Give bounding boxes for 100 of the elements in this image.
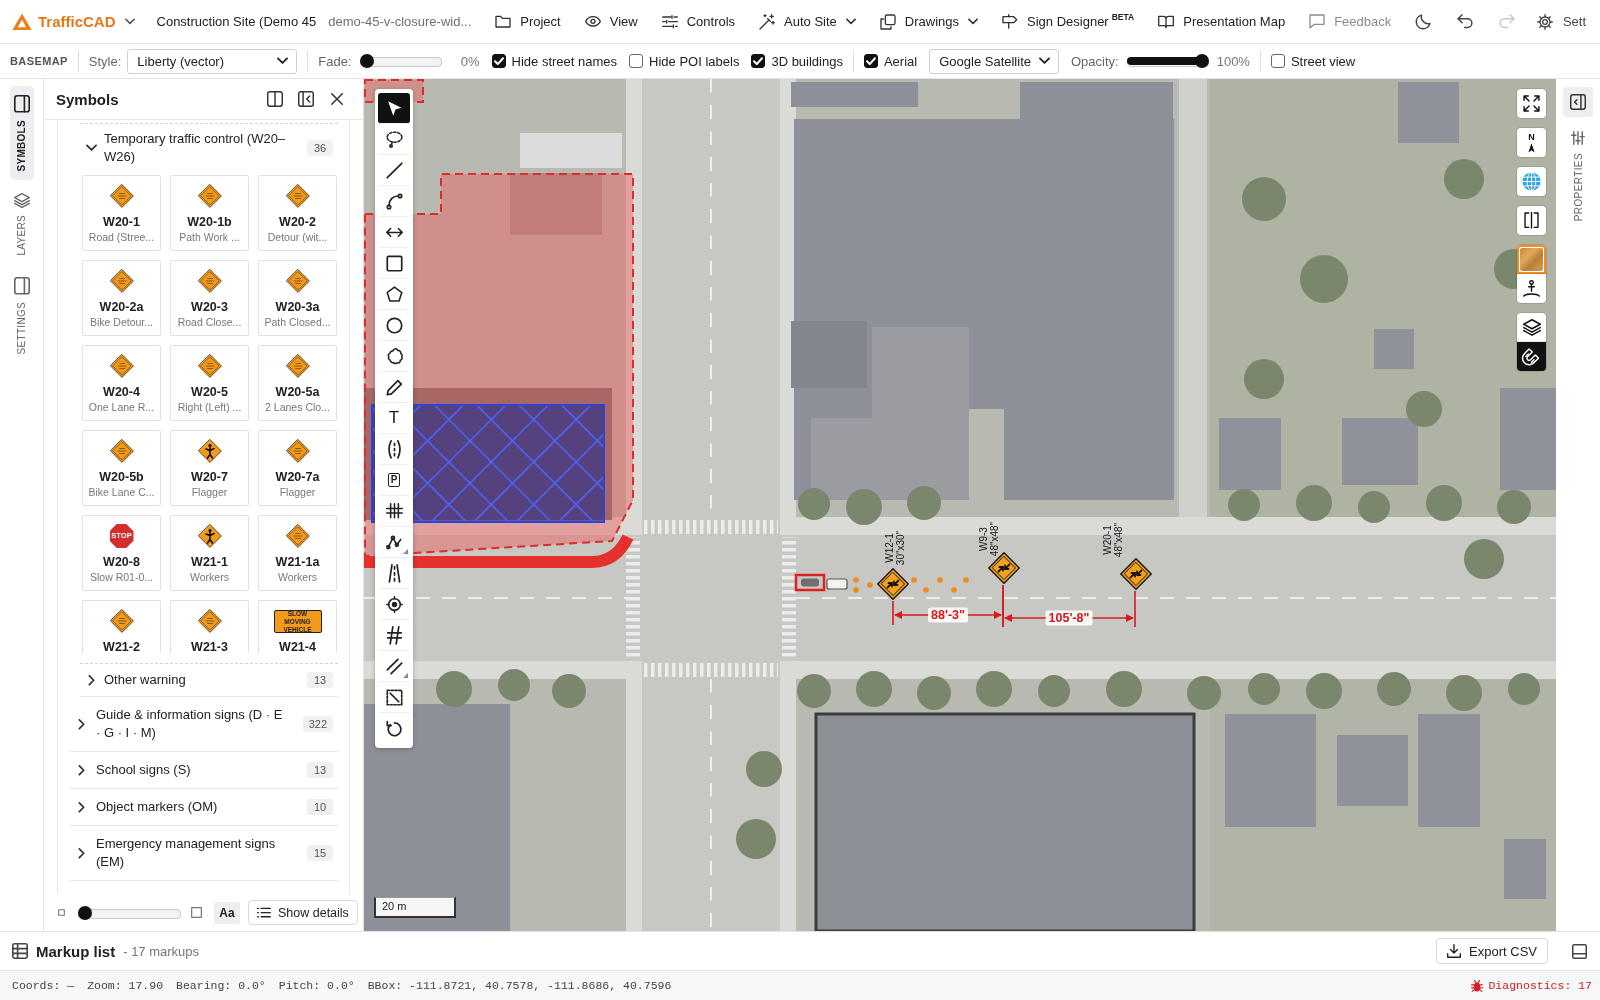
- tree: [1508, 673, 1540, 705]
- symbol-name: Right (Left) ...: [177, 400, 242, 414]
- export-csv-button[interactable]: Export CSV: [1436, 938, 1548, 964]
- checkbox[interactable]: [491, 54, 506, 68]
- diamond-sign-icon: [285, 269, 310, 293]
- slider-track[interactable]: [359, 54, 442, 68]
- auto-site-menu[interactable]: Auto Site: [759, 6, 856, 37]
- text-toggle-button[interactable]: Aa: [214, 901, 240, 924]
- symbol-tile[interactable]: W21-1 Workers: [170, 515, 249, 591]
- symbol-tile[interactable]: W20-1 Road (Stree...: [82, 175, 161, 251]
- parking-tool[interactable]: P: [378, 465, 410, 496]
- symbol-tile[interactable]: W20-7 Flagger: [170, 430, 249, 506]
- tree: [552, 674, 586, 708]
- diamond-sign-icon: [109, 184, 134, 208]
- chevron-right-icon: [87, 674, 95, 686]
- split-view-button[interactable]: [1517, 206, 1546, 235]
- trailer-marker: [826, 578, 848, 590]
- size-slider[interactable]: [78, 905, 181, 920]
- settings-button[interactable]: Sett: [1536, 9, 1586, 34]
- show-details-button[interactable]: Show details: [248, 900, 358, 925]
- category-row[interactable]: Object markers (OM) 10: [70, 789, 338, 826]
- double-line-icon: [385, 657, 403, 675]
- symbol-code: W21-3: [191, 639, 228, 655]
- sidebar-tab[interactable]: SETTINGS: [9, 268, 34, 364]
- sidebar-tab[interactable]: SYMBOLS: [9, 86, 34, 181]
- sidebar-icon: [13, 95, 30, 113]
- checkmark-icon: [493, 56, 504, 66]
- vehicle-marker: [794, 573, 826, 592]
- checkbox[interactable]: [1270, 54, 1285, 68]
- chevron-down-icon: [85, 144, 97, 152]
- dropdown-select[interactable]: Liberty (vector): [127, 48, 298, 74]
- checkbox[interactable]: [629, 54, 644, 68]
- symbol-tile[interactable]: W20-3a Path Closed...: [258, 260, 337, 336]
- checkbox[interactable]: [863, 54, 878, 68]
- snap-button[interactable]: [1517, 342, 1546, 371]
- split-view-button[interactable]: [265, 89, 285, 109]
- compass-button[interactable]: N: [1517, 128, 1546, 157]
- pencil-icon: [385, 378, 403, 396]
- person-sign-icon: [197, 524, 222, 548]
- panel-toggle-button[interactable]: [1563, 87, 1593, 117]
- category-row[interactable]: Guide & information signs (D · E · G · I · M) 322: [70, 697, 338, 752]
- symbol-tile[interactable]: W20-7a Flagger: [258, 430, 337, 506]
- street-view-button[interactable]: [1517, 274, 1546, 303]
- symbol-tile[interactable]: W20-5a 2 Lanes Clo...: [258, 345, 337, 421]
- markup-list-title: Markup list: [36, 942, 116, 960]
- tree: [1426, 485, 1462, 521]
- symbol-tile[interactable]: W20-1b Path Work ...: [170, 175, 249, 251]
- cloud-shape-icon: [385, 347, 403, 365]
- sign-designer-menu[interactable]: Sign Designer $^{BETA}$: [1002, 6, 1135, 37]
- drawings-menu[interactable]: Drawings: [879, 6, 979, 37]
- book-icon: [1158, 14, 1175, 29]
- symbol-tile[interactable]: W20-3 Road Close...: [170, 260, 249, 336]
- list-icon: [257, 906, 271, 919]
- slider-track[interactable]: [1126, 54, 1209, 68]
- subcategory-row[interactable]: Other warning 13: [80, 664, 338, 697]
- subcategory-row[interactable]: Temporary traffic control (W20–W26) 36: [80, 124, 338, 172]
- signpost-icon: [1002, 14, 1019, 29]
- slider-thumb[interactable]: [359, 54, 374, 68]
- checkbox-label: 3D buildings: [771, 53, 843, 69]
- diagnostics-button[interactable]: Diagnostics: 17: [1471, 979, 1592, 992]
- symbol-name: Bike Detour...: [90, 315, 153, 329]
- slider-thumb[interactable]: [1194, 54, 1209, 68]
- properties-tab[interactable]: PROPERTIES: [1571, 131, 1585, 222]
- status-item: BBox: -111.8721, 40.7578, -111.8686, 40.7596: [367, 979, 672, 992]
- symbol-tile[interactable]: W20-5b Bike Lane C...: [82, 430, 161, 506]
- controls-menu[interactable]: Controls: [661, 6, 736, 37]
- symbol-code: W20-7a: [275, 469, 320, 485]
- curve-icon: [385, 192, 403, 210]
- layers-button[interactable]: [1517, 313, 1546, 342]
- symbol-tile[interactable]: W20-2 Detour (wit...: [258, 175, 337, 251]
- tree: [1358, 491, 1390, 523]
- category-row[interactable]: Emergency management signs (EM) 15: [70, 826, 338, 881]
- collapse-panel-button[interactable]: [296, 89, 316, 109]
- slider-thumb[interactable]: [78, 905, 92, 920]
- fullscreen-button[interactable]: [1517, 89, 1546, 118]
- sign-code-label: W20-1: [1102, 525, 1113, 555]
- symbol-name: Detour (wit...: [267, 230, 328, 244]
- project-menu[interactable]: Project: [495, 6, 561, 37]
- symbol-tile[interactable]: W21-2: [82, 600, 161, 654]
- globe-view-button[interactable]: [1517, 167, 1546, 196]
- symbol-tile[interactable]: W20-2a Bike Detour...: [82, 260, 161, 336]
- symbol-tile[interactable]: W21-3: [170, 600, 249, 654]
- symbol-tile[interactable]: W20-4 One Lane R...: [82, 345, 161, 421]
- symbol-code: W20-1b: [187, 214, 232, 230]
- dropdown-select[interactable]: Google Satellite: [929, 48, 1059, 74]
- hash-grid-icon: [385, 503, 403, 519]
- square-icon: [385, 254, 403, 272]
- presentation-map-button[interactable]: Presentation Map: [1158, 6, 1286, 37]
- symbol-tile[interactable]: W21-1a Workers: [258, 515, 337, 591]
- symbol-tile[interactable]: W20-5 Right (Left) ...: [170, 345, 249, 421]
- view-menu[interactable]: View: [584, 6, 638, 37]
- tree: [498, 669, 530, 701]
- sidebar-tab[interactable]: LAYERS: [9, 184, 34, 265]
- select-tool[interactable]: [378, 93, 410, 124]
- tree: [1306, 673, 1342, 709]
- checkbox[interactable]: [751, 54, 766, 68]
- moon-icon: [1414, 13, 1431, 30]
- category-row[interactable]: School signs (S) 13: [70, 752, 338, 789]
- count-badge: 36: [307, 140, 333, 156]
- text-tool[interactable]: T: [378, 403, 410, 434]
